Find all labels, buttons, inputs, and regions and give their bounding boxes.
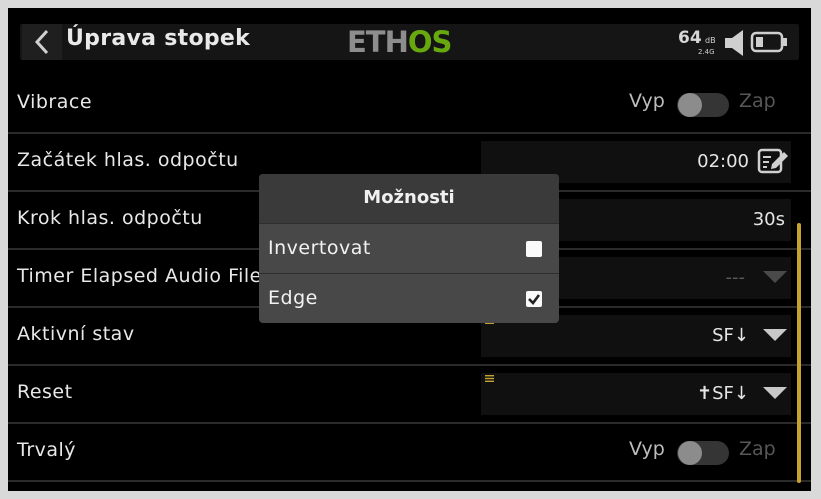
edit-icon[interactable]: [757, 146, 789, 176]
reset-dropdown[interactable]: ✝SF↓: [481, 373, 791, 415]
back-button[interactable]: [22, 24, 62, 60]
toggle-knob: [678, 441, 702, 465]
persistent-toggle[interactable]: Vyp Zap: [629, 424, 799, 482]
field-value: 30s: [752, 209, 785, 230]
row-vibration: Vibrace Vyp Zap: [8, 76, 811, 134]
option-label: Edge: [268, 287, 318, 309]
field-value: SF↓: [712, 325, 749, 346]
page-title: Úprava stopek: [66, 26, 251, 51]
toggle-on-label: Zap: [739, 90, 776, 112]
row-persistent: Trvalý Vyp Zap: [8, 424, 811, 482]
toggle-on-label: Zap: [739, 438, 776, 460]
transmitter-screen: Úprava stopek ETHOS 64 dB 2.4G Vibrace V…: [8, 8, 811, 491]
rssi-unit: dB: [705, 36, 716, 45]
edge-checkbox[interactable]: [526, 291, 542, 307]
rssi-value: 64: [678, 28, 702, 48]
toggle-knob: [678, 93, 702, 117]
popup-header: Možnosti: [259, 174, 559, 223]
option-edge[interactable]: Edge: [259, 274, 559, 323]
header: Úprava stopek ETHOS 64 dB 2.4G: [8, 8, 811, 72]
invert-checkbox[interactable]: [526, 241, 542, 257]
rssi-band: 2.4G: [698, 48, 715, 56]
checkmark-icon: [528, 294, 541, 305]
handle-icon: [485, 375, 494, 382]
chevron-down-icon: [763, 329, 787, 341]
toggle-track[interactable]: [677, 93, 729, 117]
rssi-indicator: 64 dB 2.4G: [676, 26, 722, 58]
chevron-down-icon: [763, 387, 787, 399]
brand-logo-part2: OS: [407, 25, 453, 59]
row-label: Reset: [17, 381, 73, 403]
field-value: 02:00: [697, 151, 749, 172]
option-label: Invertovat: [268, 237, 371, 259]
battery-icon[interactable]: [750, 28, 790, 56]
toggle-track[interactable]: [677, 441, 729, 465]
option-invert[interactable]: Invertovat: [259, 224, 559, 273]
back-arrow-icon: [34, 29, 49, 55]
row-label: Krok hlas. odpočtu: [17, 207, 203, 229]
field-value: ---: [725, 267, 746, 288]
brand-logo-part1: ETH: [347, 25, 409, 59]
vibration-toggle[interactable]: Vyp Zap: [629, 76, 799, 134]
brand-logo: ETHOS: [347, 25, 453, 59]
row-reset: Reset ✝SF↓: [8, 366, 811, 424]
row-label: Timer Elapsed Audio File: [17, 265, 262, 287]
field-value: ✝SF↓: [697, 383, 749, 404]
chevron-down-icon: [763, 271, 787, 283]
speaker-icon[interactable]: [723, 28, 747, 58]
row-label: Vibrace: [17, 91, 93, 113]
row-label: Aktivní stav: [17, 323, 135, 345]
row-label: Začátek hlas. odpočtu: [17, 149, 239, 171]
scrollbar[interactable]: [797, 223, 801, 483]
toggle-off-label: Vyp: [629, 438, 665, 460]
toggle-off-label: Vyp: [629, 90, 665, 112]
row-label: Trvalý: [17, 439, 77, 461]
options-popup: Možnosti Invertovat Edge: [259, 174, 559, 323]
popup-title: Možnosti: [363, 187, 455, 208]
